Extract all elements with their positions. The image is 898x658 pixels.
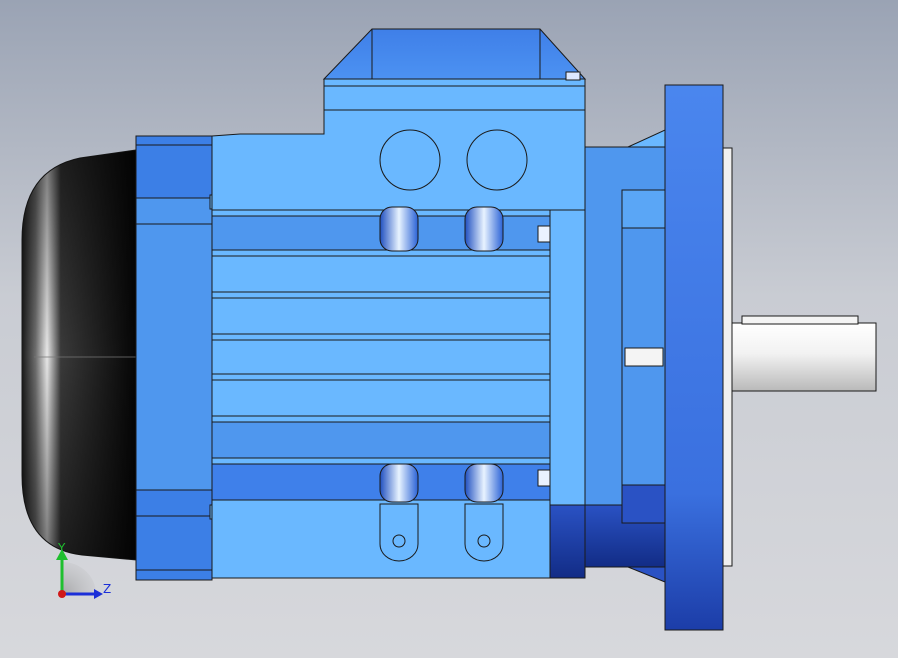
mounting-flange[interactable] — [664, 84, 733, 631]
triad-origin — [58, 590, 66, 598]
cad-viewport[interactable]: Y Z — [0, 0, 898, 658]
output-shaft[interactable] — [731, 315, 877, 392]
rear-end-shield[interactable] — [135, 135, 221, 581]
fan-cover[interactable] — [21, 149, 137, 561]
y-axis-label: Y — [57, 541, 66, 555]
cooling-fins — [211, 215, 551, 501]
z-axis-arrowhead — [94, 589, 103, 599]
z-axis-label: Z — [103, 582, 111, 596]
motor-drawing: Y Z — [21, 28, 877, 631]
cable-gland-left[interactable] — [379, 129, 441, 191]
shaft-key — [741, 315, 859, 325]
cable-gland-right[interactable] — [466, 129, 528, 191]
